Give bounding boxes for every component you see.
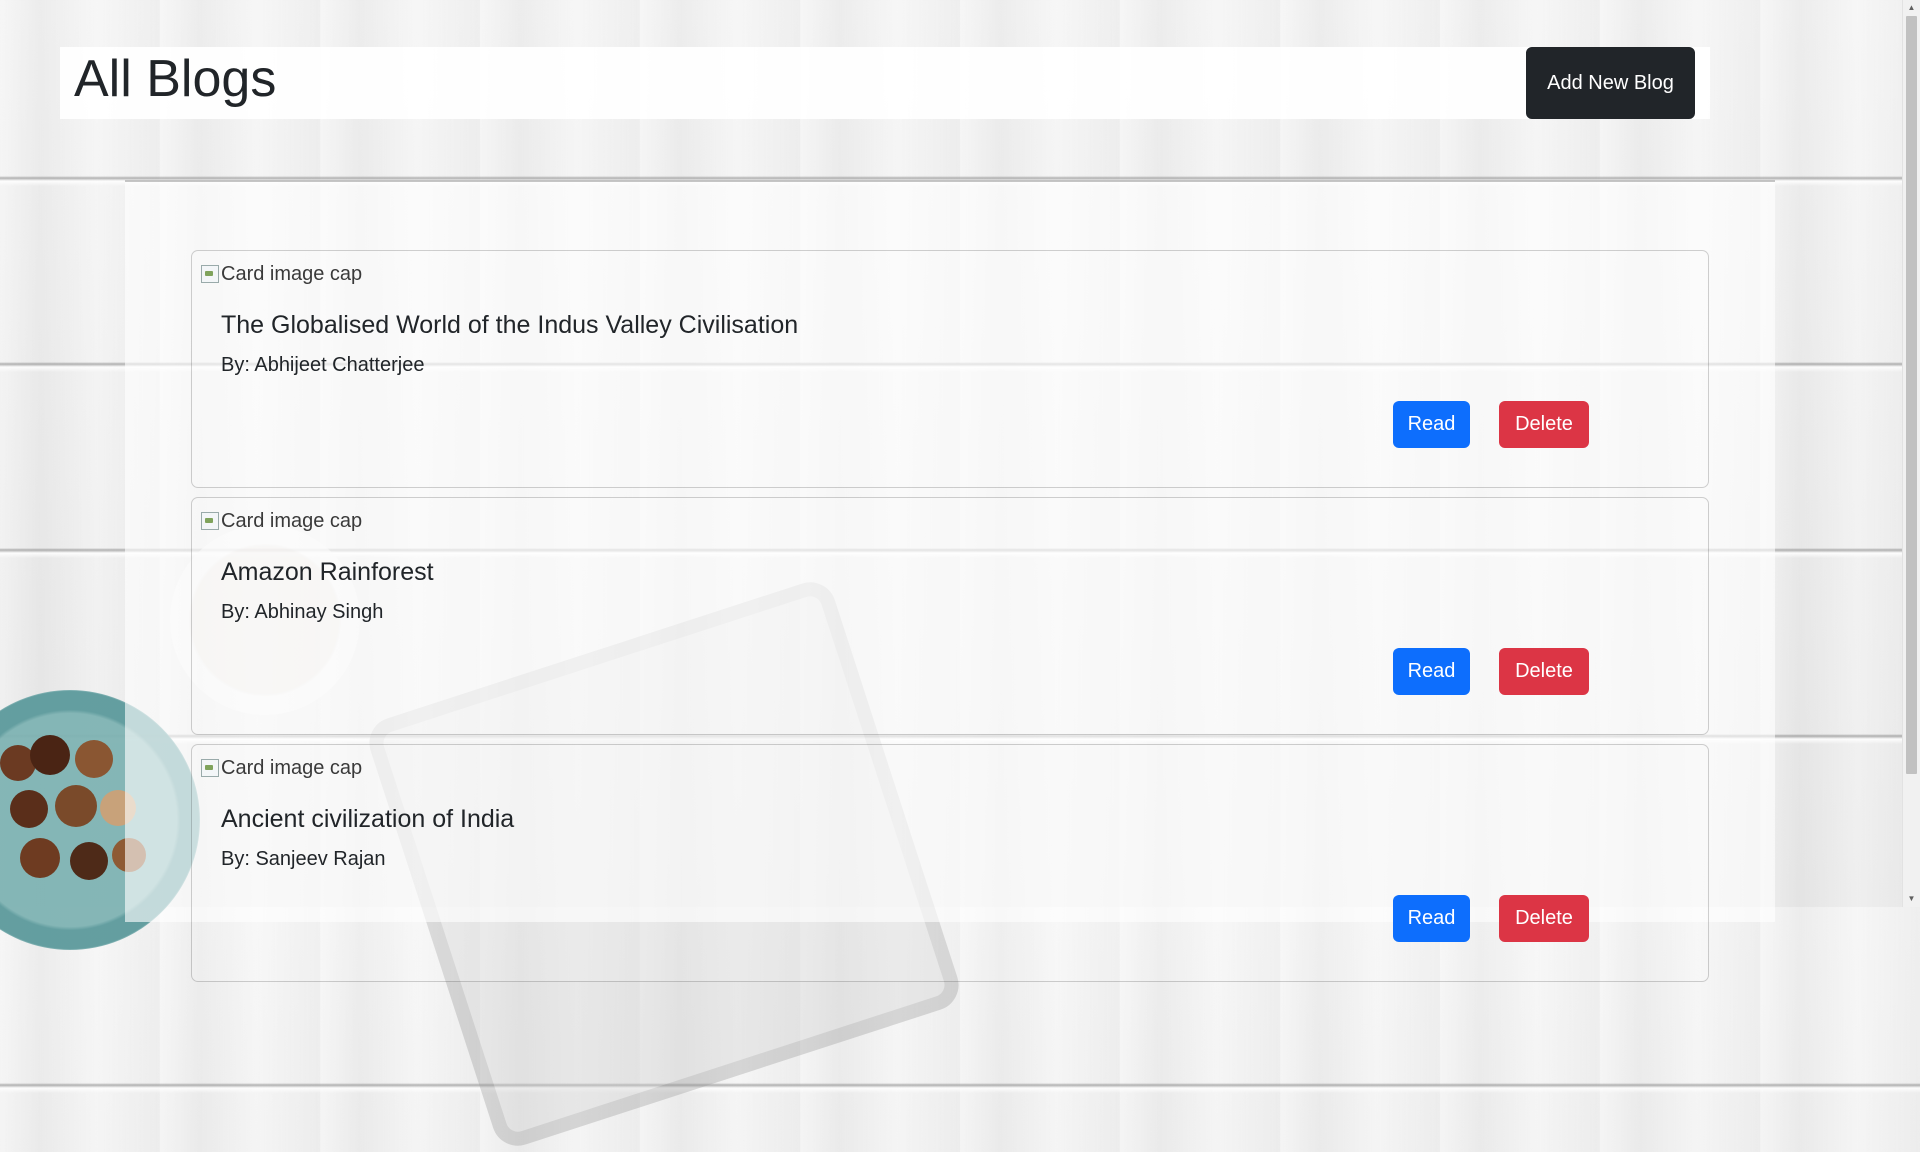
- read-button[interactable]: Read: [1393, 895, 1470, 942]
- read-button[interactable]: Read: [1393, 401, 1470, 448]
- card-image: Card image cap: [201, 506, 362, 536]
- delete-button[interactable]: Delete: [1499, 895, 1589, 942]
- broken-image-icon: [201, 512, 219, 530]
- truffle-decoration: [20, 838, 60, 878]
- broken-image-icon: [201, 265, 219, 283]
- blog-author: By: Abhinay Singh: [221, 601, 384, 623]
- add-new-blog-button[interactable]: Add New Blog: [1526, 47, 1695, 119]
- truffle-decoration: [30, 735, 70, 775]
- card-image: Card image cap: [201, 753, 362, 783]
- scroll-up-arrow-icon[interactable]: ▲: [1903, 0, 1920, 16]
- blog-title: Ancient civilization of India: [221, 805, 515, 833]
- card-image: Card image cap: [201, 259, 362, 289]
- scrollbar-thumb[interactable]: [1906, 16, 1917, 774]
- truffle-decoration: [70, 842, 108, 880]
- vertical-scrollbar[interactable]: ▲ ▼: [1902, 0, 1920, 907]
- broken-image-icon: [201, 759, 219, 777]
- header-bar: [60, 47, 1710, 119]
- card-image-alt-text: Card image cap: [221, 757, 363, 779]
- truffle-decoration: [10, 790, 48, 828]
- blog-card: Card image cap The Globalised World of t…: [191, 250, 1709, 488]
- truffle-decoration: [55, 785, 97, 827]
- blog-title: The Globalised World of the Indus Valley…: [221, 311, 799, 339]
- card-image-alt-text: Card image cap: [221, 510, 363, 532]
- page-title: All Blogs: [74, 50, 277, 108]
- read-button[interactable]: Read: [1393, 648, 1470, 695]
- blog-title: Amazon Rainforest: [221, 558, 434, 586]
- truffle-decoration: [75, 740, 113, 778]
- delete-button[interactable]: Delete: [1499, 401, 1589, 448]
- blog-card: Card image cap Amazon Rainforest By: Abh…: [191, 497, 1709, 735]
- scroll-down-arrow-icon[interactable]: ▼: [1903, 891, 1920, 907]
- blog-card: Card image cap Ancient civilization of I…: [191, 744, 1709, 982]
- delete-button[interactable]: Delete: [1499, 648, 1589, 695]
- card-image-alt-text: Card image cap: [221, 263, 363, 285]
- blog-author: By: Sanjeev Rajan: [221, 848, 386, 870]
- blog-author: By: Abhijeet Chatterjee: [221, 354, 425, 376]
